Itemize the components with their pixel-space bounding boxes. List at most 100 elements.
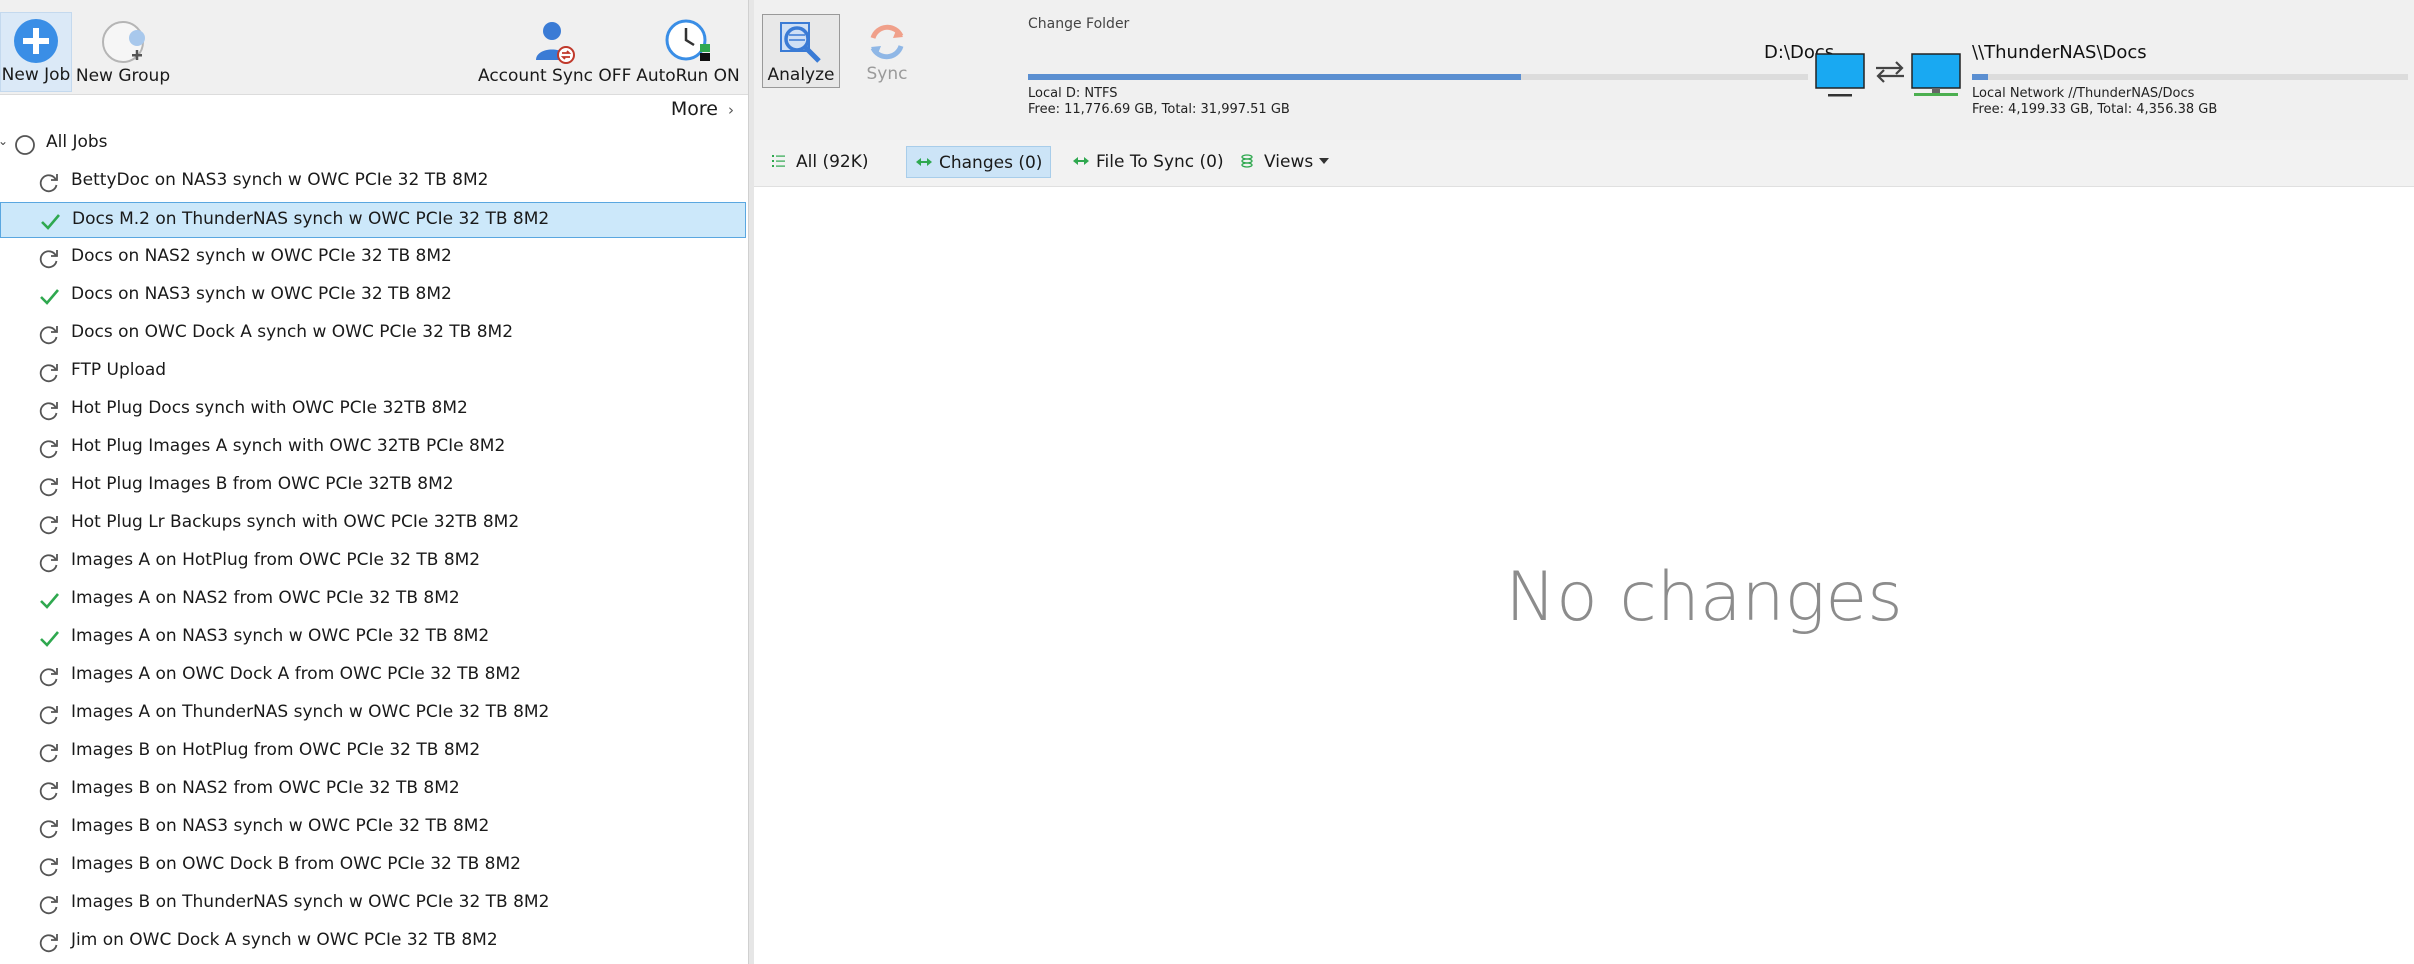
more-link[interactable]: More ›: [671, 98, 734, 120]
views-dropdown[interactable]: Views: [1232, 146, 1337, 178]
analyze-button[interactable]: Analyze: [762, 14, 840, 88]
checkmark-icon: [40, 593, 59, 609]
refresh-icon: [39, 934, 58, 953]
right-drive-space: Free: 4,199.33 GB, Total: 4,356.38 GB: [1972, 102, 2218, 117]
new-job-button[interactable]: New Job: [0, 12, 72, 92]
refresh-icon: [39, 706, 58, 725]
job-row[interactable]: Jim on OWC Dock A synch w OWC PCIe 32 TB…: [0, 924, 746, 960]
filter-file-to-sync-button[interactable]: File To Sync (0): [1064, 146, 1232, 178]
job-row[interactable]: Images B on OWC Dock B from OWC PCIe 32 …: [0, 848, 746, 884]
filter-changes-button[interactable]: Changes (0): [906, 146, 1052, 178]
filter-bar: All (92K) Changes (0) File To Sync (0) V…: [754, 140, 2414, 187]
file-sync-icon: [1073, 157, 1089, 165]
empty-state-message: No changes: [1505, 558, 1903, 637]
filter-all-label: All (92K): [796, 152, 869, 172]
change-folder-link[interactable]: Change Folder: [1028, 16, 1129, 32]
refresh-icon: [39, 554, 58, 573]
job-label: Hot Plug Lr Backups synch with OWC PCIe …: [71, 512, 520, 532]
job-label: Images B on OWC Dock B from OWC PCIe 32 …: [71, 854, 521, 874]
checkmark-icon: [40, 631, 59, 647]
plus-circle-icon: [14, 19, 58, 63]
job-label: Images A on HotPlug from OWC PCIe 32 TB …: [71, 550, 481, 570]
job-row[interactable]: Hot Plug Images B from OWC PCIe 32TB 8M2: [0, 468, 746, 504]
filter-file-to-sync-label: File To Sync (0): [1096, 152, 1224, 172]
refresh-icon: [39, 858, 58, 877]
user-sync-icon: [536, 22, 575, 64]
job-label: Docs M.2 on ThunderNAS synch w OWC PCIe …: [72, 209, 550, 229]
filter-all-button[interactable]: All (92K): [764, 146, 877, 178]
more-row: More ›: [0, 96, 748, 126]
right-disk-usage-bar: [1972, 74, 2408, 80]
job-row[interactable]: Images A on HotPlug from OWC PCIe 32 TB …: [0, 544, 746, 580]
job-row[interactable]: Hot Plug Images A synch with OWC 32TB PC…: [0, 430, 746, 466]
views-label: Views: [1264, 152, 1314, 172]
left-drive-space: Free: 11,776.69 GB, Total: 31,997.51 GB: [1028, 102, 1290, 117]
job-label: Images A on OWC Dock A from OWC PCIe 32 …: [71, 664, 521, 684]
job-row[interactable]: Images B on HotPlug from OWC PCIe 32 TB …: [0, 734, 746, 770]
left-disk-usage-bar: [1028, 74, 1808, 80]
job-row[interactable]: FTP Upload: [0, 354, 746, 390]
new-group-button[interactable]: New Group: [72, 14, 174, 90]
job-label: Images A on NAS3 synch w OWC PCIe 32 TB …: [71, 626, 490, 646]
caret-down-icon: [1319, 158, 1330, 164]
job-label: Images B on HotPlug from OWC PCIe 32 TB …: [71, 740, 481, 760]
job-label: Docs on NAS3 synch w OWC PCIe 32 TB 8M2: [71, 284, 452, 304]
account-sync-button[interactable]: Account Sync OFF: [478, 14, 632, 90]
job-row[interactable]: Images A on OWC Dock A from OWC PCIe 32 …: [0, 658, 746, 694]
left-drive-info: Local D: NTFS: [1028, 86, 1118, 101]
checkmark-icon: [41, 214, 60, 230]
magnifier-icon: [780, 22, 821, 63]
job-row[interactable]: Images B on NAS3 synch w OWC PCIe 32 TB …: [0, 810, 746, 846]
job-row[interactable]: Hot Plug Lr Backups synch with OWC PCIe …: [0, 506, 746, 542]
jobs-toolbar: New Job New Group Account Sync OFF AutoR…: [0, 0, 748, 95]
refresh-icon: [39, 668, 58, 687]
job-row[interactable]: Docs on NAS2 synch w OWC PCIe 32 TB 8M2: [0, 240, 746, 276]
job-label: FTP Upload: [71, 360, 167, 380]
job-label: Docs on OWC Dock A synch w OWC PCIe 32 T…: [71, 322, 514, 342]
new-group-label: New Group: [75, 66, 171, 86]
job-row[interactable]: BettyDoc on NAS3 synch w OWC PCIe 32 TB …: [0, 164, 746, 200]
computer-icon: [1815, 53, 1865, 97]
job-label: Images B on NAS2 from OWC PCIe 32 TB 8M2: [71, 778, 460, 798]
job-row[interactable]: Images B on NAS2 from OWC PCIe 32 TB 8M2: [0, 772, 746, 808]
refresh-icon: [39, 782, 58, 801]
job-label: Docs on NAS2 synch w OWC PCIe 32 TB 8M2: [71, 246, 452, 266]
job-label: Jim on OWC Dock A synch w OWC PCIe 32 TB…: [71, 930, 498, 950]
job-row[interactable]: Images A on NAS3 synch w OWC PCIe 32 TB …: [0, 620, 746, 656]
job-row[interactable]: Hot Plug Docs synch with OWC PCIe 32TB 8…: [0, 392, 746, 428]
all-jobs-row[interactable]: ⌄ All Jobs: [0, 126, 746, 162]
chevron-right-icon: ›: [728, 101, 734, 119]
autorun-label: AutoRun ON: [636, 66, 740, 86]
swap-arrows-icon[interactable]: [1872, 58, 1908, 86]
layers-icon: [1241, 154, 1253, 168]
job-row[interactable]: Images A on NAS2 from OWC PCIe 32 TB 8M2: [0, 582, 746, 618]
refresh-icon: [39, 896, 58, 915]
autorun-button[interactable]: AutoRun ON: [632, 14, 744, 90]
right-drive-info: Local Network //ThunderNAS/Docs: [1972, 86, 2195, 101]
job-row[interactable]: Docs on NAS3 synch w OWC PCIe 32 TB 8M2: [0, 278, 746, 314]
refresh-icon: [39, 326, 58, 345]
network-computer-icon: [1911, 53, 1961, 96]
chevron-down-icon[interactable]: ⌄: [0, 134, 8, 148]
clock-icon: [665, 19, 710, 61]
job-label: Hot Plug Docs synch with OWC PCIe 32TB 8…: [71, 398, 468, 418]
circle-icon: [15, 135, 35, 155]
job-row[interactable]: Images B on ThunderNAS synch w OWC PCIe …: [0, 886, 746, 922]
refresh-icon: [39, 364, 58, 383]
right-disk-usage-fill: [1972, 74, 1988, 80]
job-row[interactable]: Docs on OWC Dock A synch w OWC PCIe 32 T…: [0, 316, 746, 352]
job-label: Hot Plug Images A synch with OWC 32TB PC…: [71, 436, 506, 456]
job-row[interactable]: Images A on ThunderNAS synch w OWC PCIe …: [0, 696, 746, 732]
checkmark-icon: [40, 289, 59, 305]
sync-header: Analyze Sync Change Folder D:\Docs Local…: [754, 0, 2414, 141]
job-label: Images A on ThunderNAS synch w OWC PCIe …: [71, 702, 550, 722]
refresh-icon: [39, 174, 58, 193]
refresh-icon: [39, 250, 58, 269]
job-row[interactable]: Docs M.2 on ThunderNAS synch w OWC PCIe …: [0, 202, 746, 238]
right-folder-path[interactable]: \\ThunderNAS\Docs: [1972, 42, 2147, 63]
job-label: Images B on NAS3 synch w OWC PCIe 32 TB …: [71, 816, 490, 836]
account-sync-label: Account Sync OFF: [478, 66, 632, 86]
more-label: More: [670, 98, 718, 120]
changes-icon: [916, 158, 932, 166]
sync-button[interactable]: Sync: [846, 14, 928, 88]
